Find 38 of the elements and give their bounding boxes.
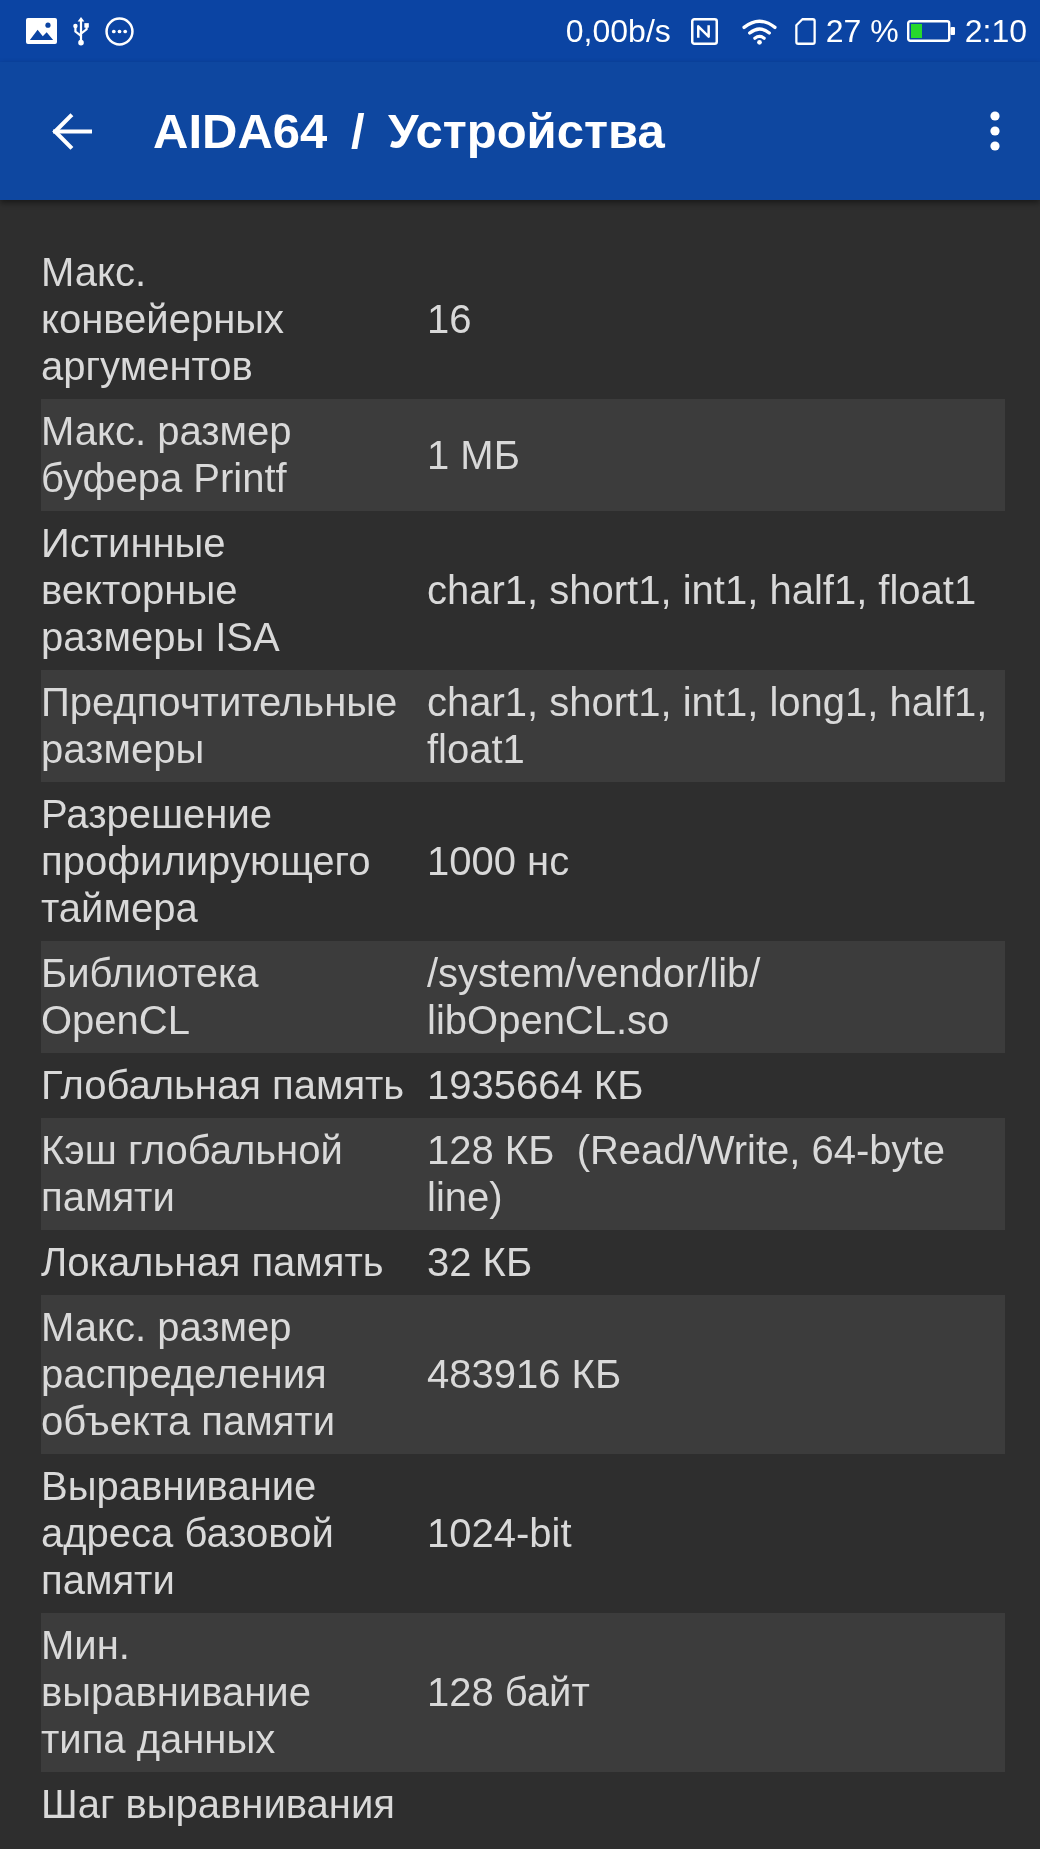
property-label: Выравнивание адреса базовой памяти bbox=[41, 1463, 335, 1604]
property-label: Макс. размер распределения объекта памяти bbox=[41, 1304, 336, 1445]
property-value: 128 КБ (Read/Write, 64-byte line) bbox=[427, 1127, 946, 1221]
more-options-icon[interactable] bbox=[990, 111, 1000, 151]
property-label: Истинные векторные размеры ISA bbox=[41, 520, 281, 661]
property-label: Разрешение профилирующего таймера bbox=[41, 791, 372, 932]
clock-time: 2:10 bbox=[964, 13, 1027, 49]
property-value: 483916 КБ bbox=[427, 1351, 623, 1398]
property-value: 128 байт bbox=[427, 1669, 591, 1716]
battery-percent: 27 % bbox=[825, 13, 899, 49]
network-speed: 0,00b/s bbox=[565, 13, 671, 49]
screen-title: AIDA64 / Устройства bbox=[153, 103, 666, 159]
property-value: 1 МБ bbox=[427, 431, 521, 479]
property-value: 1935664 КБ bbox=[427, 1062, 645, 1109]
property-label: Макс. размер буфера Printf bbox=[41, 408, 293, 502]
property-label: Предпочтительные размеры bbox=[41, 679, 399, 773]
usb-icon bbox=[72, 16, 90, 46]
back-icon[interactable] bbox=[51, 112, 92, 150]
property-label: Шаг выравнивания bbox=[41, 1781, 396, 1828]
property-value: char1, short1, int1, half1, float1 bbox=[427, 567, 978, 614]
property-label: Локальная память bbox=[41, 1239, 385, 1286]
property-value: char1, short1, int1, long1, half1, float1 bbox=[427, 679, 989, 773]
property-label: Глобальная память bbox=[41, 1062, 406, 1109]
picture-icon bbox=[26, 18, 57, 44]
property-label: Макс. конвейерных аргументов bbox=[41, 249, 285, 390]
property-value: 32 КБ bbox=[427, 1239, 534, 1286]
sim-card-icon bbox=[794, 17, 816, 45]
property-label: Кэш глобальной памяти bbox=[41, 1127, 344, 1221]
property-value: 1000 нс bbox=[427, 838, 571, 885]
battery-icon bbox=[906, 20, 955, 42]
property-value: 16 bbox=[427, 296, 473, 343]
nfc-icon bbox=[690, 17, 718, 45]
property-label: Мин. выравнивание типа данных bbox=[41, 1622, 312, 1763]
property-value: /system/vendor/lib/ libOpenCL.so bbox=[427, 950, 762, 1044]
wifi-icon bbox=[741, 17, 777, 45]
more-notifications-icon bbox=[105, 16, 134, 46]
property-label: Библиотека OpenCL bbox=[41, 950, 260, 1044]
property-value: 1024-bit bbox=[427, 1510, 573, 1557]
